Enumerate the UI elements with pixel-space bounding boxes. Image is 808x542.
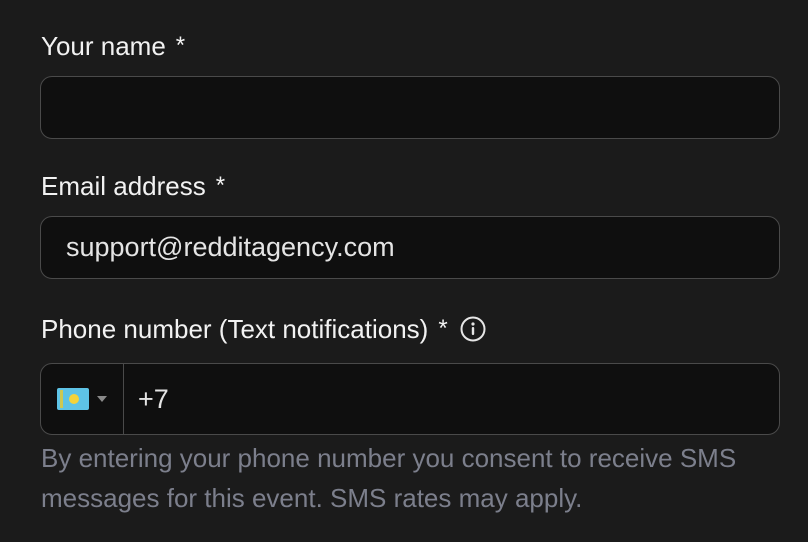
email-input[interactable]	[41, 217, 779, 278]
required-asterisk: *	[438, 315, 448, 342]
phone-label: Phone number (Text notifications)	[41, 314, 429, 344]
required-asterisk: *	[175, 32, 186, 59]
email-field[interactable]	[40, 216, 780, 279]
phone-field[interactable]	[40, 363, 780, 435]
registration-form: Your name * Email address * Phone number…	[0, 0, 808, 542]
phone-label-row: Phone number (Text notifications) *	[41, 314, 486, 344]
name-field[interactable]	[40, 76, 780, 139]
email-label: Email address	[41, 171, 206, 201]
required-asterisk: *	[215, 172, 226, 199]
email-label-row: Email address *	[41, 171, 225, 201]
name-input[interactable]	[41, 77, 779, 138]
kazakhstan-flag-icon	[57, 388, 89, 410]
name-label-row: Your name *	[41, 31, 185, 61]
phone-consent-hint: By entering your phone number you consen…	[41, 443, 737, 513]
name-label: Your name	[41, 31, 166, 61]
info-circle-icon[interactable]	[460, 316, 486, 342]
country-code-selector[interactable]	[41, 364, 124, 434]
phone-input[interactable]	[124, 364, 779, 434]
chevron-down-icon	[97, 396, 107, 402]
